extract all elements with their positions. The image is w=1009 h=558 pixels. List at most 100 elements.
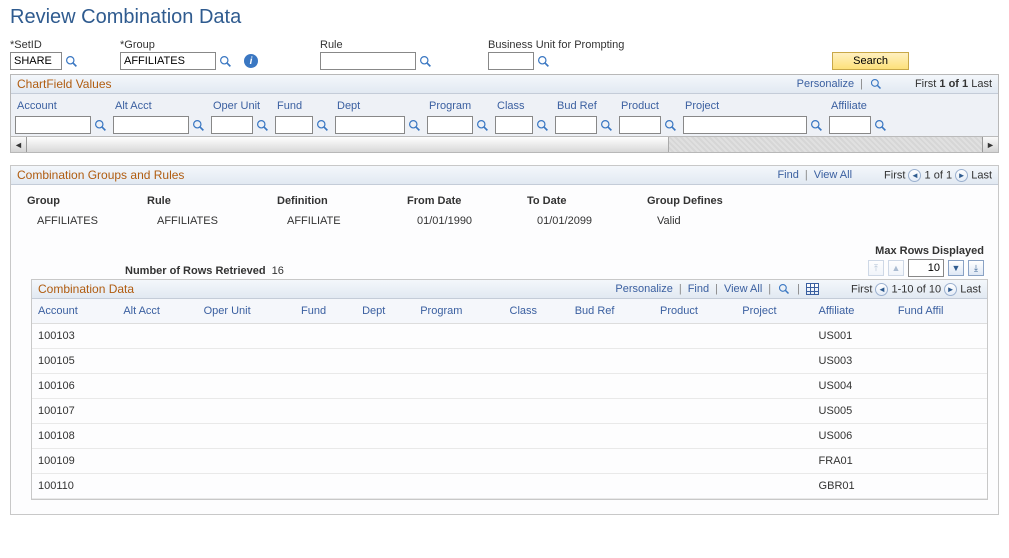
bu-input[interactable] — [488, 52, 534, 70]
lookup-icon[interactable] — [315, 118, 329, 132]
lookup-icon[interactable] — [475, 118, 489, 132]
column-header-product[interactable]: Product — [619, 96, 677, 114]
table-row: 100106US004 — [32, 374, 987, 399]
col-todate: To Date — [521, 191, 641, 211]
column-header-alt-acct[interactable]: Alt Acct — [117, 299, 197, 324]
personalize-link[interactable]: Personalize — [797, 78, 854, 90]
column-header-class[interactable]: Class — [504, 299, 569, 324]
horizontal-scrollbar[interactable]: ◄ ► — [11, 136, 998, 152]
lookup-icon[interactable] — [64, 54, 78, 68]
column-header-product[interactable]: Product — [654, 299, 736, 324]
lookup-icon[interactable] — [418, 54, 432, 68]
column-header-fund[interactable]: Fund — [275, 96, 329, 114]
lookup-icon[interactable] — [663, 118, 677, 132]
column-header-program[interactable]: Program — [427, 96, 489, 114]
chartfield-input[interactable] — [211, 116, 253, 134]
filter-bar: *SetID *Group i Rule Business Unit for P… — [10, 39, 999, 70]
lookup-icon[interactable] — [535, 118, 549, 132]
column-header-project[interactable]: Project — [736, 299, 812, 324]
column-header-dept[interactable]: Dept — [356, 299, 414, 324]
rule-label: Rule — [320, 39, 488, 51]
info-icon[interactable]: i — [244, 54, 258, 68]
lookup-icon[interactable] — [255, 118, 269, 132]
column-header-fund-affil[interactable]: Fund Affil — [892, 299, 987, 324]
chartfield-input[interactable] — [427, 116, 473, 134]
scroll-bottom-icon[interactable]: ⤓ — [968, 260, 984, 276]
scroll-left-icon[interactable]: ◄ — [11, 137, 27, 152]
column-header-alt-acct[interactable]: Alt Acct — [113, 96, 205, 114]
chartfield-input[interactable] — [275, 116, 313, 134]
find-link[interactable]: Find — [777, 169, 798, 181]
column-header-program[interactable]: Program — [414, 299, 503, 324]
col-fromdate: From Date — [401, 191, 521, 211]
chartfield-input[interactable] — [829, 116, 871, 134]
rows-retrieved-label: Number of Rows Retrieved16 — [125, 265, 284, 277]
prev-arrow-icon[interactable]: ◄ — [875, 283, 888, 296]
col-groupdefines: Group Defines — [641, 191, 988, 211]
bu-label: Business Unit for Prompting — [488, 39, 788, 51]
table-row: AFFILIATES AFFILIATES AFFILIATE 01/01/19… — [21, 211, 988, 231]
scroll-thumb[interactable] — [27, 137, 669, 152]
chartfield-input[interactable] — [619, 116, 661, 134]
next-arrow-icon[interactable]: ► — [944, 283, 957, 296]
lookup-icon[interactable] — [407, 118, 421, 132]
chartfield-input[interactable] — [113, 116, 189, 134]
chartfield-input[interactable] — [555, 116, 597, 134]
chartfield-input[interactable] — [683, 116, 807, 134]
zoom-icon[interactable] — [777, 282, 791, 296]
chartfield-input[interactable] — [15, 116, 91, 134]
find-link[interactable]: Find — [688, 283, 709, 295]
combo-groups-table: Group Rule Definition From Date To Date … — [21, 191, 988, 231]
table-row: 100110GBR01 — [32, 474, 987, 499]
paging-range: 1-10 of 10 — [892, 283, 942, 295]
column-header-affiliate[interactable]: Affiliate — [829, 96, 887, 114]
combination-data-title: Combination Data — [38, 282, 134, 296]
paging-first: First — [915, 78, 936, 90]
group-input[interactable] — [120, 52, 216, 70]
table-row: 100103US001 — [32, 324, 987, 349]
lookup-icon[interactable] — [191, 118, 205, 132]
lookup-icon[interactable] — [218, 54, 232, 68]
column-header-project[interactable]: Project — [683, 96, 823, 114]
prev-arrow-icon[interactable]: ◄ — [908, 169, 921, 182]
column-header-dept[interactable]: Dept — [335, 96, 421, 114]
rows-retrieved-value: 16 — [272, 265, 284, 277]
personalize-link[interactable]: Personalize — [615, 283, 672, 295]
column-header-account[interactable]: Account — [15, 96, 107, 114]
lookup-icon[interactable] — [809, 118, 823, 132]
col-rule: Rule — [141, 191, 271, 211]
column-header-affiliate[interactable]: Affiliate — [813, 299, 892, 324]
scroll-top-icon: ⤒ — [868, 260, 884, 276]
lookup-icon[interactable] — [93, 118, 107, 132]
lookup-icon[interactable] — [536, 54, 550, 68]
scroll-down-icon[interactable]: ▼ — [948, 260, 964, 276]
paging-range: 1 of 1 — [939, 78, 968, 90]
rule-input[interactable] — [320, 52, 416, 70]
table-row: 100108US006 — [32, 424, 987, 449]
page-title: Review Combination Data — [10, 6, 999, 29]
view-all-text: View All — [724, 283, 762, 295]
setid-input[interactable] — [10, 52, 62, 70]
column-header-class[interactable]: Class — [495, 96, 549, 114]
col-definition: Definition — [271, 191, 401, 211]
column-header-bud-ref[interactable]: Bud Ref — [569, 299, 654, 324]
paging-last: Last — [971, 78, 992, 90]
col-group: Group — [21, 191, 141, 211]
table-row: 100109FRA01 — [32, 449, 987, 474]
lookup-icon[interactable] — [873, 118, 887, 132]
lookup-icon[interactable] — [599, 118, 613, 132]
combination-data-grid: Combination Data Personalize | Find | Vi… — [31, 279, 988, 500]
column-header-account[interactable]: Account — [32, 299, 117, 324]
column-header-oper-unit[interactable]: Oper Unit — [211, 96, 269, 114]
column-header-bud-ref[interactable]: Bud Ref — [555, 96, 613, 114]
scroll-right-icon[interactable]: ► — [982, 137, 998, 152]
search-button[interactable]: Search — [832, 52, 909, 70]
spreadsheet-icon[interactable] — [806, 283, 819, 295]
next-arrow-icon[interactable]: ► — [955, 169, 968, 182]
max-rows-input[interactable] — [908, 259, 944, 277]
column-header-fund[interactable]: Fund — [295, 299, 356, 324]
chartfield-input[interactable] — [495, 116, 533, 134]
column-header-oper-unit[interactable]: Oper Unit — [198, 299, 295, 324]
chartfield-input[interactable] — [335, 116, 405, 134]
zoom-icon[interactable] — [869, 77, 883, 91]
